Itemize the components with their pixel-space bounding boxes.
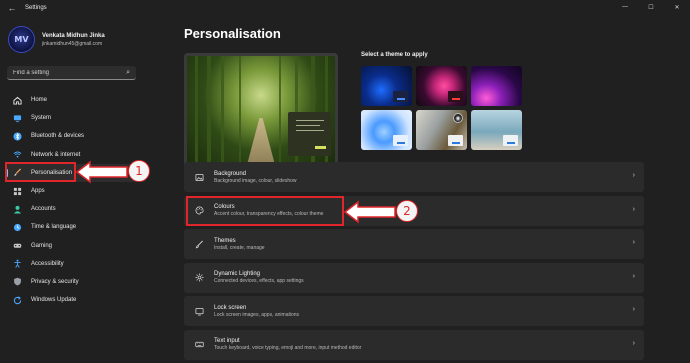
chevron-right-icon: › xyxy=(632,339,635,347)
sidebar-item-label: System xyxy=(31,115,52,122)
card-title: Text input xyxy=(214,338,240,344)
sidebar-item-home[interactable]: Home xyxy=(6,91,146,109)
card-title: Dynamic Lighting xyxy=(214,271,261,277)
lock-screen-icon xyxy=(194,306,205,317)
sidebar-item-label: Accounts xyxy=(31,206,56,213)
person-icon xyxy=(12,204,22,214)
theme-tile-6[interactable] xyxy=(471,110,522,150)
sidebar-item-label: Time & language xyxy=(31,224,77,231)
main-content: Personalisation Select a theme to apply xyxy=(184,16,644,363)
sidebar-item-label: Network & internet xyxy=(31,151,81,158)
background-card[interactable]: Background Background image, colour, slid… xyxy=(184,162,644,192)
card-subtitle: Connected devices, effects, app settings xyxy=(214,278,304,284)
theme-tile-3[interactable] xyxy=(471,66,522,106)
apps-icon xyxy=(12,186,22,196)
themes-card[interactable]: Themes Install, create, manage › xyxy=(184,229,644,259)
theme-preview xyxy=(184,53,338,171)
highlight-colours xyxy=(186,196,344,226)
gamepad-icon xyxy=(12,241,22,251)
callout-arrow-2 xyxy=(344,200,396,224)
brush-icon xyxy=(194,239,205,250)
callout-arrow-1 xyxy=(76,160,128,184)
theme-tile-1[interactable] xyxy=(361,66,412,106)
wifi-icon xyxy=(12,150,22,160)
globe-clock-icon xyxy=(12,222,22,232)
chevron-right-icon: › xyxy=(632,306,635,313)
card-subtitle: Background image, colour, slideshow xyxy=(214,177,297,184)
highlight-personalisation xyxy=(5,162,76,182)
maximize-button[interactable]: ☐ xyxy=(638,0,664,14)
update-icon xyxy=(12,295,22,305)
sidebar-item-label: Bluetooth & devices xyxy=(31,133,85,140)
sidebar-item-system[interactable]: System xyxy=(6,109,146,127)
sidebar-item-accounts[interactable]: Accounts xyxy=(6,200,146,218)
sidebar-item-windows-update[interactable]: Windows Update xyxy=(6,291,146,309)
card-subtitle: Install, create, manage xyxy=(214,244,265,251)
chevron-right-icon: › xyxy=(632,172,635,179)
preview-window xyxy=(288,112,331,156)
sidebar: MV Venkata Midhun Jinka jinkamidhun45@gm… xyxy=(0,16,150,363)
theme-tile-4[interactable] xyxy=(361,110,412,150)
sidebar-item-apps[interactable]: Apps xyxy=(6,182,146,200)
sidebar-item-privacy[interactable]: Privacy & security xyxy=(6,273,146,291)
bluetooth-icon xyxy=(12,131,22,141)
card-subtitle: Touch keyboard, voice typing, emoji and … xyxy=(214,345,362,351)
lock-screen-card[interactable]: Lock screen Lock screen images, apps, ani… xyxy=(184,296,644,326)
themes-label: Select a theme to apply xyxy=(361,52,428,58)
card-subtitle: Lock screen images, apps, animations xyxy=(214,311,300,318)
image-icon xyxy=(194,172,205,183)
theme-tile-5[interactable]: ◉ xyxy=(416,110,467,150)
card-title: Themes xyxy=(214,237,236,244)
accessibility-icon xyxy=(12,259,22,269)
user-email: jinkamidhun45@gmail.com xyxy=(42,40,103,47)
sidebar-item-label: Gaming xyxy=(31,242,53,249)
sidebar-item-label: Home xyxy=(31,97,48,104)
user-profile[interactable]: MV Venkata Midhun Jinka jinkamidhun45@gm… xyxy=(8,26,105,53)
light-icon xyxy=(194,272,205,283)
title-bar: ← Settings — ☐ ✕ xyxy=(0,0,690,16)
preview-wallpaper xyxy=(187,56,335,168)
window-title: Settings xyxy=(25,5,47,11)
theme-tile-2[interactable] xyxy=(416,66,467,106)
sidebar-nav: Home System Bluetooth & devices Network … xyxy=(6,91,146,309)
step-number-1: 1 xyxy=(128,160,150,182)
shield-icon xyxy=(12,277,22,287)
sidebar-item-label: Accessibility xyxy=(31,260,64,267)
search-icon[interactable]: ⌕ xyxy=(126,69,130,77)
sidebar-item-gaming[interactable]: Gaming xyxy=(6,237,146,255)
close-button[interactable]: ✕ xyxy=(664,0,690,14)
sidebar-item-time-language[interactable]: Time & language xyxy=(6,218,146,236)
card-title: Background xyxy=(214,170,247,177)
sidebar-item-accessibility[interactable]: Accessibility xyxy=(6,255,146,273)
sidebar-item-bluetooth[interactable]: Bluetooth & devices xyxy=(6,127,146,145)
step-number-2: 2 xyxy=(396,200,418,222)
window-controls: — ☐ ✕ xyxy=(612,0,690,14)
chevron-right-icon: › xyxy=(632,205,635,213)
keyboard-icon xyxy=(194,339,205,350)
page-title: Personalisation xyxy=(184,26,281,41)
monitor-icon xyxy=(12,113,22,123)
camera-icon: ◉ xyxy=(453,113,463,123)
chevron-right-icon: › xyxy=(632,272,635,280)
text-input-card[interactable]: Text input Touch keyboard, voice typing, … xyxy=(184,329,644,360)
search-box[interactable]: ⌕ xyxy=(7,66,136,80)
search-input[interactable] xyxy=(13,69,113,76)
sidebar-item-label: Apps xyxy=(31,188,45,195)
dynamic-lighting-card[interactable]: Dynamic Lighting Connected devices, effec… xyxy=(184,262,644,293)
theme-grid: ◉ xyxy=(361,66,522,150)
chevron-right-icon: › xyxy=(632,239,635,246)
back-arrow-icon[interactable]: ← xyxy=(5,3,19,13)
user-name: Venkata Midhun Jinka xyxy=(42,32,105,39)
avatar: MV xyxy=(8,26,35,53)
settings-list: Background Background image, colour, slid… xyxy=(184,162,644,363)
sidebar-item-label: Windows Update xyxy=(31,297,77,304)
sidebar-item-label: Privacy & security xyxy=(31,278,79,285)
minimize-button[interactable]: — xyxy=(612,0,638,14)
home-icon xyxy=(12,95,22,105)
card-title: Lock screen xyxy=(214,304,247,311)
